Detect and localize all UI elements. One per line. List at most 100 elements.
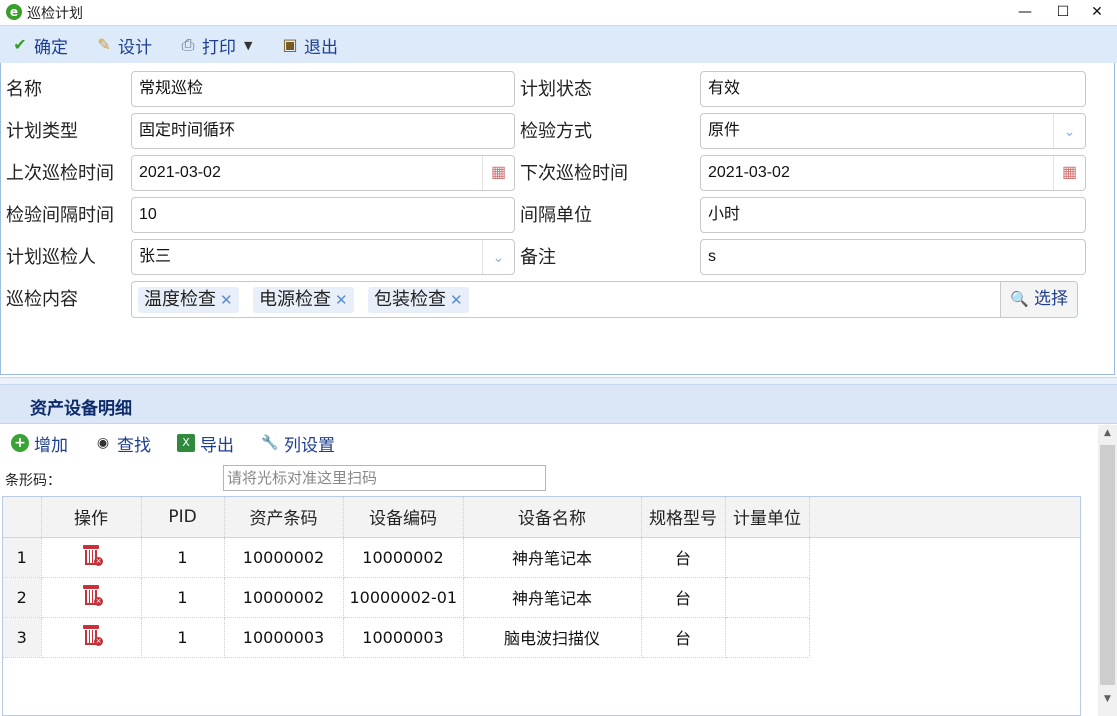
select-label: 选择 bbox=[1034, 289, 1069, 309]
content-tag: 温度检查 ✕ bbox=[138, 287, 239, 313]
content-label: 巡检内容 bbox=[6, 289, 78, 310]
device-code-cell: 10000003 bbox=[343, 617, 464, 658]
type-label: 计划类型 bbox=[6, 121, 78, 142]
main-toolbar: ✔ 确定 ✎ 设计 ⎙ 打印 ▼ ▣ 退出 bbox=[0, 25, 1117, 63]
row-number: 1 bbox=[3, 537, 42, 578]
device-name-cell: 神舟笔记本 bbox=[463, 577, 642, 618]
export-label: 导出 bbox=[200, 435, 234, 456]
delete-icon[interactable]: × bbox=[81, 584, 103, 606]
exit-button[interactable]: ▣ 退出 bbox=[280, 34, 338, 58]
section-header: 资产设备明细 bbox=[0, 385, 1117, 424]
spec-cell: 台 bbox=[641, 537, 726, 578]
method-value: 原件 bbox=[708, 122, 741, 139]
unit-cell bbox=[725, 577, 810, 618]
column-header[interactable]: 操作 bbox=[41, 497, 142, 538]
inspector-label: 计划巡检人 bbox=[6, 247, 96, 268]
unit-cell bbox=[725, 537, 810, 578]
grid-toolbar: + 增加 ◉ 查找 X 导出 🔧 列设置 bbox=[0, 425, 1097, 461]
name-label: 名称 bbox=[6, 79, 42, 100]
pid-cell: 1 bbox=[141, 617, 225, 658]
minimize-button[interactable]: — bbox=[1005, 0, 1045, 25]
plus-icon: + bbox=[11, 434, 29, 452]
unit-cell bbox=[725, 617, 810, 658]
print-label: 打印 bbox=[202, 37, 236, 58]
status-label: 计划状态 bbox=[520, 79, 592, 100]
calendar-icon[interactable]: ▦ bbox=[482, 156, 514, 190]
select-button[interactable]: 🔍 选择 bbox=[1000, 282, 1077, 317]
column-header[interactable]: 资产条码 bbox=[224, 497, 344, 538]
next-inspection-value: 2021-03-02 bbox=[708, 164, 790, 181]
tag-remove-icon[interactable]: ✕ bbox=[335, 287, 348, 313]
row-number: 2 bbox=[3, 577, 42, 618]
content-tag: 电源检查 ✕ bbox=[253, 287, 354, 313]
empty-cell bbox=[809, 577, 1080, 617]
print-button[interactable]: ⎙ 打印 ▼ bbox=[178, 34, 253, 58]
export-button[interactable]: X 导出 bbox=[177, 432, 234, 456]
asset-code-cell: 10000002 bbox=[224, 577, 344, 618]
vertical-scrollbar[interactable]: ▲ ▼ bbox=[1098, 425, 1117, 716]
calendar-icon[interactable]: ▦ bbox=[1053, 156, 1085, 190]
add-label: 增加 bbox=[34, 435, 68, 456]
device-code-cell: 10000002-01 bbox=[343, 577, 464, 618]
table-row[interactable]: 1 × 1 10000002 10000002 神舟笔记本 台 bbox=[3, 537, 1080, 578]
column-header[interactable]: 设备名称 bbox=[463, 497, 642, 538]
method-select[interactable]: 原件 ⌄ bbox=[700, 113, 1086, 149]
design-button[interactable]: ✎ 设计 bbox=[94, 34, 152, 58]
search-icon: 🔍 bbox=[1009, 290, 1029, 308]
confirm-button[interactable]: ✔ 确定 bbox=[10, 34, 68, 58]
add-button[interactable]: + 增加 bbox=[11, 432, 68, 456]
device-name-cell: 脑电波扫描仪 bbox=[463, 617, 642, 658]
dropdown-arrow-icon[interactable]: ▼ bbox=[244, 39, 252, 52]
status-field[interactable]: 有效 bbox=[700, 71, 1086, 107]
interval-unit-label: 间隔单位 bbox=[520, 205, 592, 226]
interval-field[interactable]: 10 bbox=[131, 197, 515, 233]
delete-icon[interactable]: × bbox=[81, 544, 103, 566]
tag-label: 电源检查 bbox=[259, 289, 331, 310]
confirm-label: 确定 bbox=[34, 37, 68, 58]
device-name-cell: 神舟笔记本 bbox=[463, 537, 642, 578]
scroll-down-icon[interactable]: ▼ bbox=[1098, 691, 1117, 707]
binoculars-icon: ◉ bbox=[96, 435, 110, 451]
scrollbar-thumb[interactable] bbox=[1100, 445, 1115, 685]
column-settings-label: 列设置 bbox=[284, 435, 335, 456]
asset-table: 操作 PID 资产条码 设备编码 设备名称 规格型号 计量单位 1 × 1 10… bbox=[3, 497, 1080, 658]
column-settings-button[interactable]: 🔧 列设置 bbox=[261, 432, 335, 456]
tag-remove-icon[interactable]: ✕ bbox=[220, 287, 233, 313]
table-header-row: 操作 PID 资产条码 设备编码 设备名称 规格型号 计量单位 bbox=[3, 497, 1080, 538]
spec-cell: 台 bbox=[641, 617, 726, 658]
last-inspection-value: 2021-03-02 bbox=[139, 164, 221, 181]
title-bar: e 巡检计划 — ☐ ✕ bbox=[0, 0, 1117, 25]
remark-field[interactable]: s bbox=[700, 239, 1086, 275]
delete-icon[interactable]: × bbox=[81, 624, 103, 646]
row-number: 3 bbox=[3, 617, 42, 658]
pid-cell: 1 bbox=[141, 537, 225, 578]
content-tags-field[interactable]: 温度检查 ✕ 电源检查 ✕ 包装检查 ✕ 🔍 选择 bbox=[131, 281, 1078, 318]
table-row[interactable]: 3 × 1 10000003 10000003 脑电波扫描仪 台 bbox=[3, 617, 1080, 658]
next-inspection-date[interactable]: 2021-03-02 ▦ bbox=[700, 155, 1086, 191]
tag-label: 包装检查 bbox=[374, 289, 446, 310]
find-button[interactable]: ◉ 查找 bbox=[94, 432, 151, 456]
next-inspection-label: 下次巡检时间 bbox=[520, 163, 628, 184]
column-header[interactable]: 计量单位 bbox=[725, 497, 810, 538]
column-header[interactable]: 规格型号 bbox=[641, 497, 726, 538]
scroll-up-icon[interactable]: ▲ bbox=[1098, 425, 1117, 441]
device-code-cell: 10000002 bbox=[343, 537, 464, 578]
spec-cell: 台 bbox=[641, 577, 726, 618]
name-field[interactable]: 常规巡检 bbox=[131, 71, 515, 107]
splitter[interactable] bbox=[0, 377, 1117, 385]
type-field[interactable]: 固定时间循环 bbox=[131, 113, 515, 149]
empty-header bbox=[809, 497, 1080, 538]
table-row[interactable]: 2 × 1 10000002 10000002-01 神舟笔记本 台 bbox=[3, 577, 1080, 618]
inspector-select[interactable]: 张三 ⌄ bbox=[131, 239, 515, 275]
column-header[interactable]: 设备编码 bbox=[343, 497, 464, 538]
last-inspection-label: 上次巡检时间 bbox=[6, 163, 114, 184]
tag-remove-icon[interactable]: ✕ bbox=[450, 287, 463, 313]
asset-code-cell: 10000003 bbox=[224, 617, 344, 658]
close-button[interactable]: ✕ bbox=[1077, 0, 1117, 25]
chevron-down-icon[interactable]: ⌄ bbox=[482, 240, 514, 274]
column-header[interactable]: PID bbox=[141, 497, 225, 538]
chevron-down-icon[interactable]: ⌄ bbox=[1053, 114, 1085, 148]
interval-unit-field[interactable]: 小时 bbox=[700, 197, 1086, 233]
last-inspection-date[interactable]: 2021-03-02 ▦ bbox=[131, 155, 515, 191]
barcode-input[interactable]: 请将光标对准这里扫码 bbox=[223, 465, 546, 491]
